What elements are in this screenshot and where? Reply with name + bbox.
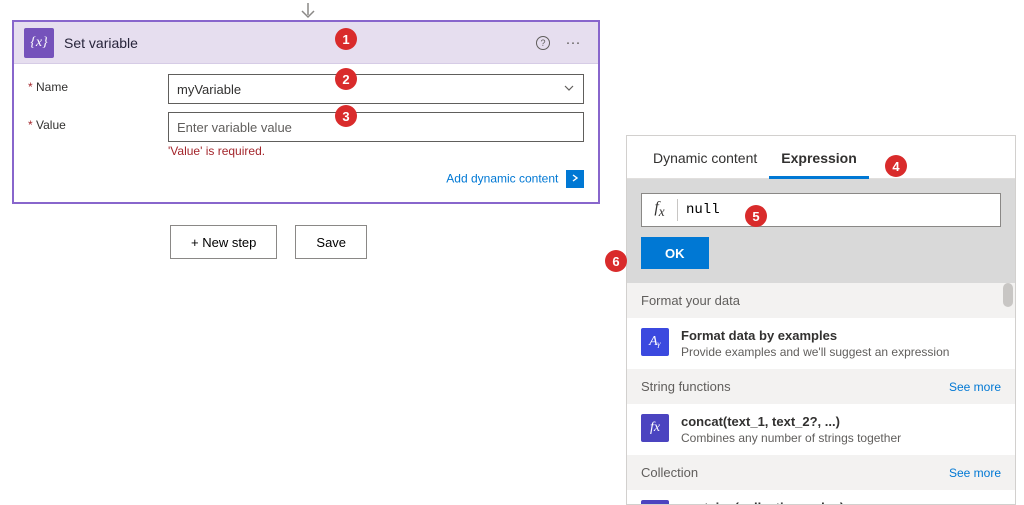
section-title: Collection bbox=[641, 465, 949, 480]
functions-scroll-area: Format your data Aᵧ Format data by example… bbox=[627, 283, 1015, 504]
chevron-down-icon bbox=[563, 81, 575, 97]
see-more-link[interactable]: See more bbox=[949, 380, 1001, 394]
set-variable-card: {x} Set variable ? ··· * Name myVariable… bbox=[12, 20, 600, 204]
section-header: String functionsSee more bbox=[627, 369, 1015, 404]
flow-connector-arrow bbox=[300, 3, 316, 21]
callout-2: 2 bbox=[335, 68, 357, 90]
ok-button[interactable]: OK bbox=[641, 237, 709, 269]
function-icon: Aᵧ bbox=[641, 328, 669, 356]
section-title: Format your data bbox=[641, 293, 1001, 308]
name-value: myVariable bbox=[177, 82, 563, 97]
expression-panel: Dynamic content Expression fx OK Format … bbox=[626, 135, 1016, 505]
fx-icon: fx bbox=[642, 199, 678, 220]
new-step-button[interactable]: + New step bbox=[170, 225, 277, 259]
card-header[interactable]: {x} Set variable ? ··· bbox=[14, 22, 598, 64]
value-input-wrapper bbox=[168, 112, 584, 142]
function-icon: fx bbox=[641, 500, 669, 504]
svg-text:?: ? bbox=[540, 38, 545, 48]
tab-dynamic-content[interactable]: Dynamic content bbox=[641, 136, 769, 178]
callout-3: 3 bbox=[335, 105, 357, 127]
callout-6: 6 bbox=[605, 250, 627, 272]
function-description: Combines any number of strings together bbox=[681, 431, 1001, 445]
section-header: Format your data bbox=[627, 283, 1015, 318]
section-title: String functions bbox=[641, 379, 949, 394]
value-label: * Value bbox=[28, 112, 168, 132]
tab-expression[interactable]: Expression bbox=[769, 136, 868, 179]
function-name: concat(text_1, text_2?, ...) bbox=[681, 414, 1001, 429]
function-name: Format data by examples bbox=[681, 328, 1001, 343]
function-item[interactable]: Aᵧ Format data by examples Provide example… bbox=[627, 318, 1015, 369]
see-more-link[interactable]: See more bbox=[949, 466, 1001, 480]
save-button[interactable]: Save bbox=[295, 225, 367, 259]
variable-icon: {x} bbox=[24, 28, 54, 58]
function-item[interactable]: fx concat(text_1, text_2?, ...) Combines a… bbox=[627, 404, 1015, 455]
add-dynamic-content-link[interactable]: Add dynamic content bbox=[446, 171, 558, 185]
name-label: * Name bbox=[28, 74, 168, 94]
dynamic-content-icon[interactable] bbox=[566, 170, 584, 188]
callout-5: 5 bbox=[745, 205, 767, 227]
scrollbar[interactable] bbox=[1003, 283, 1013, 504]
function-name: contains(collection, value) bbox=[681, 500, 1001, 504]
expression-input-row: fx bbox=[641, 193, 1001, 227]
value-input[interactable] bbox=[177, 113, 575, 141]
function-item[interactable]: fx contains(collection, value) bbox=[627, 490, 1015, 504]
help-icon[interactable]: ? bbox=[528, 28, 558, 58]
scrollbar-thumb[interactable] bbox=[1003, 283, 1013, 307]
function-icon: fx bbox=[641, 414, 669, 442]
expression-input[interactable] bbox=[678, 202, 1000, 218]
section-header: CollectionSee more bbox=[627, 455, 1015, 490]
callout-1: 1 bbox=[335, 28, 357, 50]
value-error: 'Value' is required. bbox=[168, 144, 584, 158]
callout-4: 4 bbox=[885, 155, 907, 177]
name-dropdown[interactable]: myVariable bbox=[168, 74, 584, 104]
card-title: Set variable bbox=[64, 35, 528, 51]
panel-tabs: Dynamic content Expression bbox=[627, 136, 1015, 179]
more-icon[interactable]: ··· bbox=[558, 28, 588, 58]
function-description: Provide examples and we'll suggest an ex… bbox=[681, 345, 1001, 359]
